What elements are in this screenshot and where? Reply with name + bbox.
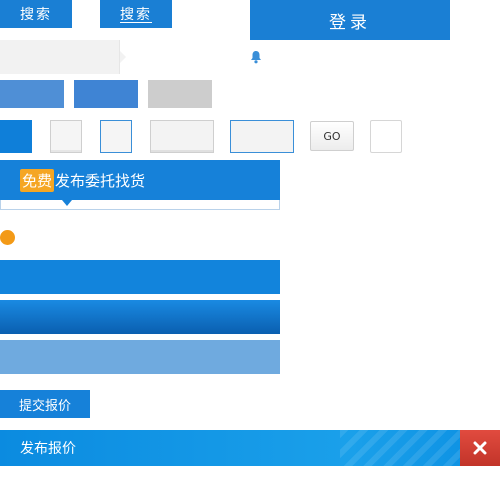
ui-sprite-sheet: 搜索 搜索 登录 GO 免费 发布委托找货 提交报价 发布报价: [0, 0, 500, 480]
header-stripes: [340, 430, 460, 466]
search-button-hover[interactable]: 搜索: [100, 0, 172, 28]
close-icon: [473, 441, 487, 455]
input-focus[interactable]: [230, 120, 294, 153]
flat-button-normal[interactable]: [0, 80, 64, 108]
search-button[interactable]: 搜索: [0, 0, 72, 28]
free-tag: 免费: [20, 168, 55, 192]
flat-button-hover[interactable]: [74, 80, 138, 108]
free-banner-pointer: [62, 200, 72, 206]
free-publish-banner[interactable]: 免费 发布委托找货: [0, 160, 280, 200]
checkbox-selected[interactable]: [0, 120, 32, 153]
submit-quote-button[interactable]: 提交报价: [0, 390, 90, 418]
blank-box[interactable]: [370, 120, 402, 153]
input-normal[interactable]: [150, 120, 214, 153]
checkbox-focus[interactable]: [100, 120, 132, 153]
publish-quote-title: 发布报价: [20, 441, 76, 457]
flat-button-disabled: [148, 80, 212, 108]
free-banner-underline: [0, 200, 280, 210]
orange-dot: [0, 230, 15, 245]
blue-bar-light[interactable]: [0, 340, 280, 374]
bell-icon: [250, 49, 262, 64]
close-button[interactable]: [460, 430, 500, 466]
login-button[interactable]: 登录: [250, 0, 450, 40]
blue-bar-gradient[interactable]: [0, 300, 280, 334]
go-button[interactable]: GO: [310, 121, 354, 151]
checkbox-normal[interactable]: [50, 120, 82, 153]
free-banner-text: 发布委托找货: [55, 171, 146, 190]
grey-arrow-tab[interactable]: [0, 40, 126, 74]
blue-bar-normal[interactable]: [0, 260, 280, 294]
